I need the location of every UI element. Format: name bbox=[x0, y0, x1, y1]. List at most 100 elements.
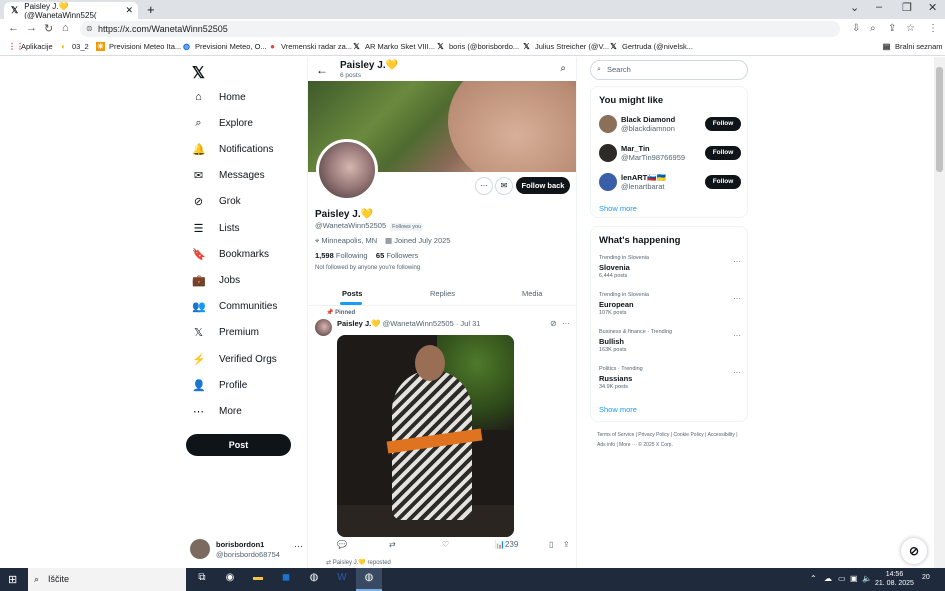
trend-item[interactable]: Trending in Slovenia Slovenia 6,444 posts ·… bbox=[599, 255, 743, 285]
x-logo-icon[interactable]: 𝕏 bbox=[192, 63, 205, 83]
close-tab-icon[interactable]: ✕ bbox=[125, 5, 133, 16]
nav-item-verified-orgs[interactable]: ⚡ Verified Orgs bbox=[192, 353, 277, 366]
task-view-icon[interactable]: ⧉ bbox=[194, 572, 210, 583]
tab-search-icon[interactable]: ⌄ bbox=[850, 1, 859, 14]
trend-item[interactable]: Politics · Trending Russians 34.9K posts ··… bbox=[599, 366, 743, 396]
avatar[interactable] bbox=[599, 115, 617, 133]
reload-icon[interactable]: ↻ bbox=[44, 22, 53, 35]
show-more-link[interactable]: Show more bbox=[599, 204, 637, 213]
suggested-account[interactable]: Mar_Tin @MarTin98766959 Follow bbox=[599, 144, 743, 164]
nav-item-profile[interactable]: 👤 Profile bbox=[192, 379, 247, 392]
share-icon[interactable]: ⇪ bbox=[563, 540, 570, 549]
word-icon[interactable]: W bbox=[334, 572, 350, 583]
nav-item-explore[interactable]: ⌕ Explore bbox=[192, 117, 253, 130]
post-button[interactable]: Post bbox=[186, 434, 291, 456]
nav-item-notifications[interactable]: 🔔 Notifications bbox=[192, 143, 273, 156]
taskbar-search-input[interactable]: ⌕ Iščite bbox=[28, 568, 186, 591]
more-icon[interactable]: ··· bbox=[733, 331, 741, 340]
following-link[interactable]: 1,598 Following bbox=[315, 251, 368, 260]
tray-chevron-icon[interactable]: ⌃ bbox=[810, 574, 817, 583]
profile-avatar[interactable] bbox=[316, 139, 378, 201]
bookmark-icon[interactable]: ▯ bbox=[549, 540, 553, 549]
clock[interactable]: 14:56 21. 08. 2025 bbox=[875, 570, 914, 588]
bookmark-item[interactable]: ◐ 03_2 bbox=[59, 42, 89, 51]
volume-icon[interactable]: 🔈 bbox=[862, 574, 872, 583]
views-icon[interactable]: 📊 239 bbox=[495, 540, 518, 549]
nav-item-grok[interactable]: ⊘ Grok bbox=[192, 195, 241, 208]
network-icon[interactable]: ▣ bbox=[850, 574, 858, 583]
nav-item-more[interactable]: ⋯ More bbox=[192, 405, 242, 418]
file-explorer-icon[interactable]: ▬ bbox=[250, 572, 266, 583]
more-icon[interactable]: ··· bbox=[562, 319, 570, 328]
install-icon[interactable]: ⇩ bbox=[852, 23, 860, 34]
site-info-icon[interactable]: ⊜ bbox=[86, 21, 93, 37]
scrollbar[interactable] bbox=[934, 57, 945, 568]
follow-button[interactable]: Follow bbox=[705, 175, 741, 189]
back-icon[interactable]: ← bbox=[8, 22, 19, 34]
bookmark-item[interactable]: ◍ Previsioni Meteo, O... bbox=[182, 42, 267, 51]
back-arrow-icon[interactable]: ← bbox=[316, 63, 328, 77]
edge-icon[interactable]: ◉ bbox=[222, 572, 238, 583]
bookmark-item[interactable]: ⋮⋮ Aplikacije bbox=[8, 42, 53, 51]
grok-fab-button[interactable]: ⊘ bbox=[901, 538, 927, 564]
more-icon[interactable]: ··· bbox=[733, 294, 741, 303]
search-icon[interactable]: ⌕ bbox=[560, 63, 566, 74]
windows-start-icon[interactable]: ⊞ bbox=[8, 573, 17, 586]
url-field[interactable]: ⊜ https://x.com/WanetaWinn52505 bbox=[80, 21, 840, 37]
repost-icon[interactable]: ⇄ bbox=[389, 540, 396, 549]
bookmark-item[interactable]: 𝕏 Julius Streicher (@V... bbox=[522, 42, 609, 51]
nav-item-bookmarks[interactable]: 🔖 Bookmarks bbox=[192, 248, 269, 261]
like-icon[interactable]: ♡ bbox=[442, 540, 449, 549]
show-more-link[interactable]: Show more bbox=[599, 405, 637, 414]
new-tab-button[interactable]: + bbox=[147, 2, 155, 17]
suggested-account[interactable]: lenART🇸🇮🇺🇦 @lenartbarat Follow bbox=[599, 173, 743, 193]
browser-tab[interactable]: 𝕏 Paisley J.💛 (@WanetaWinn525( ✕ bbox=[4, 2, 138, 20]
nav-item-premium[interactable]: 𝕏 Premium bbox=[192, 326, 259, 339]
more-icon[interactable]: ··· bbox=[733, 257, 741, 266]
grok-icon[interactable]: ⊘ bbox=[550, 319, 557, 328]
account-switcher[interactable]: borisbordon1 @borisbordo68754 ··· bbox=[190, 539, 308, 561]
follow-back-button[interactable]: Follow back bbox=[516, 177, 570, 194]
nav-item-home[interactable]: ⌂ Home bbox=[192, 91, 246, 103]
bookmark-item[interactable]: ☀ Previsioni Meteo Ita... bbox=[96, 42, 181, 51]
follow-button[interactable]: Follow bbox=[705, 117, 741, 131]
nav-item-messages[interactable]: ✉ Messages bbox=[192, 169, 265, 182]
minimize-icon[interactable]: – bbox=[876, 1, 882, 13]
outlook-icon[interactable]: ◼ bbox=[278, 572, 294, 583]
trend-item[interactable]: Trending in Slovenia European 107K posts ··… bbox=[599, 292, 743, 322]
nav-item-jobs[interactable]: 💼 Jobs bbox=[192, 274, 240, 287]
avatar[interactable] bbox=[599, 144, 617, 162]
follow-button[interactable]: Follow bbox=[705, 146, 741, 160]
share-icon[interactable]: ⇪ bbox=[888, 23, 896, 34]
notification-badge[interactable]: 20 bbox=[922, 574, 930, 581]
reply-icon[interactable]: 💬 bbox=[337, 540, 347, 549]
avatar[interactable] bbox=[599, 173, 617, 191]
browser-icon[interactable]: ◍ bbox=[306, 572, 322, 583]
maximize-icon[interactable]: ❐ bbox=[902, 1, 912, 14]
bookmark-item[interactable]: 𝕏 AR Marko Sket VIII... bbox=[352, 42, 435, 51]
tweet-avatar[interactable] bbox=[315, 319, 332, 336]
trend-item[interactable]: Business & finance · Trending Bullish 163K… bbox=[599, 329, 743, 359]
more-icon[interactable]: ··· bbox=[733, 368, 741, 377]
more-options-button[interactable]: ··· bbox=[475, 177, 493, 195]
bookmark-item[interactable]: 𝕏 boris (@borisbordo... bbox=[436, 42, 519, 51]
bookmark-item[interactable]: 𝕏 Gertruda (@nivelsk... bbox=[609, 42, 693, 51]
footer-links[interactable]: Terms of Service | Privacy Policy | Cook… bbox=[597, 430, 747, 450]
nav-item-communities[interactable]: 👥 Communities bbox=[192, 300, 277, 313]
followers-link[interactable]: 65 Followers bbox=[376, 251, 419, 260]
tweet-photo[interactable] bbox=[337, 335, 514, 537]
tab-media[interactable]: Media bbox=[522, 289, 542, 298]
zoom-icon[interactable]: ⌕ bbox=[870, 23, 876, 34]
nav-item-lists[interactable]: ☰ Lists bbox=[192, 222, 240, 235]
tab-posts[interactable]: Posts bbox=[342, 289, 362, 298]
home-browser-icon[interactable]: ⌂ bbox=[62, 22, 69, 34]
forward-icon[interactable]: → bbox=[26, 22, 37, 34]
search-input[interactable]: ⌕ Search bbox=[590, 60, 748, 80]
cloud-icon[interactable]: ☁ bbox=[824, 574, 832, 583]
battery-icon[interactable]: ▭ bbox=[838, 574, 846, 583]
close-window-icon[interactable]: ✕ bbox=[928, 1, 937, 14]
message-button[interactable]: ✉ bbox=[495, 177, 513, 195]
bookmark-item[interactable]: ● Vremenski radar za... bbox=[268, 42, 352, 51]
star-icon[interactable]: ☆ bbox=[906, 23, 915, 34]
chrome-taskbar-button[interactable]: ◍ bbox=[356, 568, 382, 591]
